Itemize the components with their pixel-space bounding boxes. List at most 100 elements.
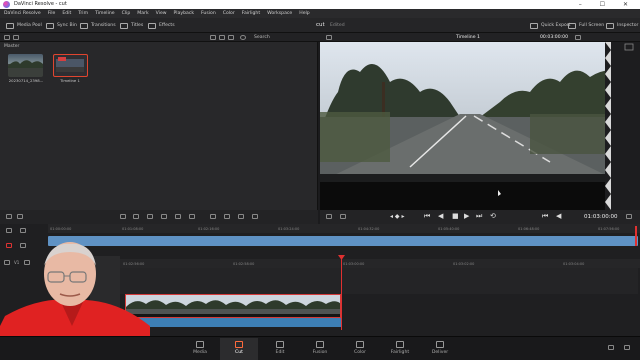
- timeline-clip-thumbnail[interactable]: [53, 54, 88, 77]
- menu-item-clip[interactable]: Clip: [122, 9, 131, 18]
- view-strip-icon[interactable]: [228, 35, 234, 40]
- blade-icon[interactable]: [210, 214, 216, 219]
- viewer-timecode: 00:03:00:00: [540, 35, 569, 40]
- menu-item-trim[interactable]: Trim: [78, 9, 88, 18]
- view-list-icon[interactable]: [219, 35, 225, 40]
- page-tab-label: Edit: [275, 350, 285, 355]
- view-grid-icon[interactable]: [210, 35, 216, 40]
- trim-icon[interactable]: [224, 214, 230, 219]
- media-pool-label: Media Pool: [17, 23, 42, 28]
- ruler-tick-label: 01:03:04:00: [563, 262, 585, 266]
- previous-edit-icon[interactable]: ⏮: [542, 212, 548, 221]
- menu-item-help[interactable]: Help: [299, 9, 309, 18]
- menu-item-view[interactable]: View: [156, 9, 167, 18]
- ruler-tick-label: 01:01:08:00: [122, 227, 144, 231]
- menu-item-playback[interactable]: Playback: [174, 9, 195, 18]
- sync-bin-button[interactable]: Sync Bin: [46, 18, 77, 33]
- menu-item-color[interactable]: Color: [223, 9, 235, 18]
- page-tab-label: Cut: [235, 350, 243, 355]
- place-on-top-icon[interactable]: [175, 214, 181, 219]
- media-clip-thumbnail[interactable]: [8, 54, 43, 77]
- window-title: DaVinci Resolve - cut: [14, 1, 67, 7]
- viewer-options-icon[interactable]: [575, 35, 581, 40]
- sidebar-toggle-icon[interactable]: [4, 35, 10, 40]
- playhead[interactable]: [341, 255, 342, 330]
- page-tab-media[interactable]: Media: [181, 338, 219, 360]
- smart-insert-icon[interactable]: [120, 214, 126, 219]
- page-tab-fusion[interactable]: Fusion: [301, 338, 339, 360]
- loop-icon[interactable]: ⟲: [490, 212, 496, 220]
- transitions-label: Transitions: [91, 23, 116, 28]
- page-tab-edit[interactable]: Edit: [261, 338, 299, 360]
- go-to-end-icon[interactable]: ⏭: [476, 212, 482, 221]
- menu-item-edit[interactable]: Edit: [62, 9, 71, 18]
- close-up-icon[interactable]: [161, 214, 167, 219]
- audio-clip[interactable]: [125, 318, 341, 327]
- page-tab-label: Color: [354, 350, 366, 355]
- menu-item-timeline[interactable]: Timeline: [95, 9, 115, 18]
- search-label[interactable]: Search: [254, 33, 270, 42]
- quick-export-label: Quick Export: [541, 23, 571, 28]
- media-icon: [196, 341, 204, 348]
- fusion-icon: [316, 341, 324, 348]
- timeline-clip-label: Timeline 1: [60, 78, 80, 83]
- ripple-overwrite-icon[interactable]: [147, 214, 153, 219]
- viewer-mode-icon[interactable]: [326, 214, 332, 219]
- media-pool-panel: Master 20230714_2398... Timeline 1: [0, 42, 318, 210]
- linked-selection-icon[interactable]: [20, 228, 26, 233]
- media-pool-icon: [6, 22, 14, 29]
- jog-wheel-icon[interactable]: ◂ ◆ ▸: [390, 213, 404, 220]
- viewer-panel[interactable]: [320, 42, 620, 212]
- titles-button[interactable]: Titles: [120, 18, 143, 33]
- page-tab-label: Fusion: [312, 350, 328, 355]
- fullscreen-viewer-icon[interactable]: [626, 214, 632, 219]
- next-edit-icon[interactable]: ◀: [556, 212, 561, 220]
- cut-icon: [235, 341, 243, 348]
- inspector-button[interactable]: Inspector: [606, 18, 638, 33]
- menu-item-file[interactable]: File: [48, 9, 56, 18]
- sync-bin-icon: [46, 22, 54, 29]
- page-navigation: Media Cut Edit Fusion Color Fairlight De…: [0, 336, 640, 360]
- page-tab-label: Fairlight: [390, 350, 410, 355]
- menu-item-fairlight[interactable]: Fairlight: [242, 9, 260, 18]
- play-icon[interactable]: ▶: [464, 212, 469, 220]
- menu-item-fusion[interactable]: Fusion: [201, 9, 216, 18]
- dynamic-trim-icon[interactable]: [238, 214, 244, 219]
- settings-gear-icon[interactable]: [624, 345, 630, 350]
- menu-item-app[interactable]: DaVinci Resolve: [4, 9, 41, 18]
- upper-playhead[interactable]: [635, 226, 637, 246]
- menu-item-mark[interactable]: Mark: [137, 9, 148, 18]
- play-reverse-icon[interactable]: ◀: [438, 212, 443, 220]
- quick-export-button[interactable]: Quick Export: [530, 18, 571, 33]
- timeline-view-icon[interactable]: [6, 214, 12, 219]
- media-clip-label: 20230714_2398...: [8, 78, 44, 83]
- video-clip[interactable]: [125, 294, 341, 318]
- media-pool-button[interactable]: Media Pool: [6, 18, 42, 33]
- timeline-thumbnail-image: [56, 57, 84, 72]
- upper-timeline-ruler[interactable]: 01:00:00:00 01:01:08:00 01:02:16:00 01:0…: [48, 224, 640, 233]
- viewer-layout-icon[interactable]: [326, 35, 332, 40]
- viewer-settings-icon[interactable]: [340, 214, 346, 219]
- window-controls[interactable]: – ☐ ✕: [579, 0, 636, 9]
- snap-icon[interactable]: [6, 228, 12, 233]
- full-screen-button[interactable]: Full Screen: [568, 18, 604, 33]
- timeline-options-icon[interactable]: [17, 214, 23, 219]
- transitions-button[interactable]: Transitions: [80, 18, 116, 33]
- go-to-start-icon[interactable]: ⏮: [424, 212, 430, 221]
- bin-name: Master: [4, 44, 20, 49]
- source-overwrite-icon[interactable]: [189, 214, 195, 219]
- transition-icon[interactable]: [252, 214, 258, 219]
- append-icon[interactable]: [133, 214, 139, 219]
- page-tab-fairlight[interactable]: Fairlight: [381, 338, 419, 360]
- page-tab-color[interactable]: Color: [341, 338, 379, 360]
- page-tab-deliver[interactable]: Deliver: [421, 338, 459, 360]
- ruler-tick-label: 01:04:32:00: [358, 227, 380, 231]
- page-tab-cut[interactable]: Cut: [220, 338, 258, 360]
- menu-item-workspace[interactable]: Workspace: [267, 9, 292, 18]
- effects-button[interactable]: Effects: [148, 18, 175, 33]
- search-icon[interactable]: [240, 35, 246, 40]
- timeline-name-dropdown[interactable]: Timeline 1: [456, 33, 480, 42]
- home-icon[interactable]: [608, 345, 614, 350]
- back-icon[interactable]: [13, 35, 19, 40]
- stop-icon[interactable]: ■: [452, 212, 459, 220]
